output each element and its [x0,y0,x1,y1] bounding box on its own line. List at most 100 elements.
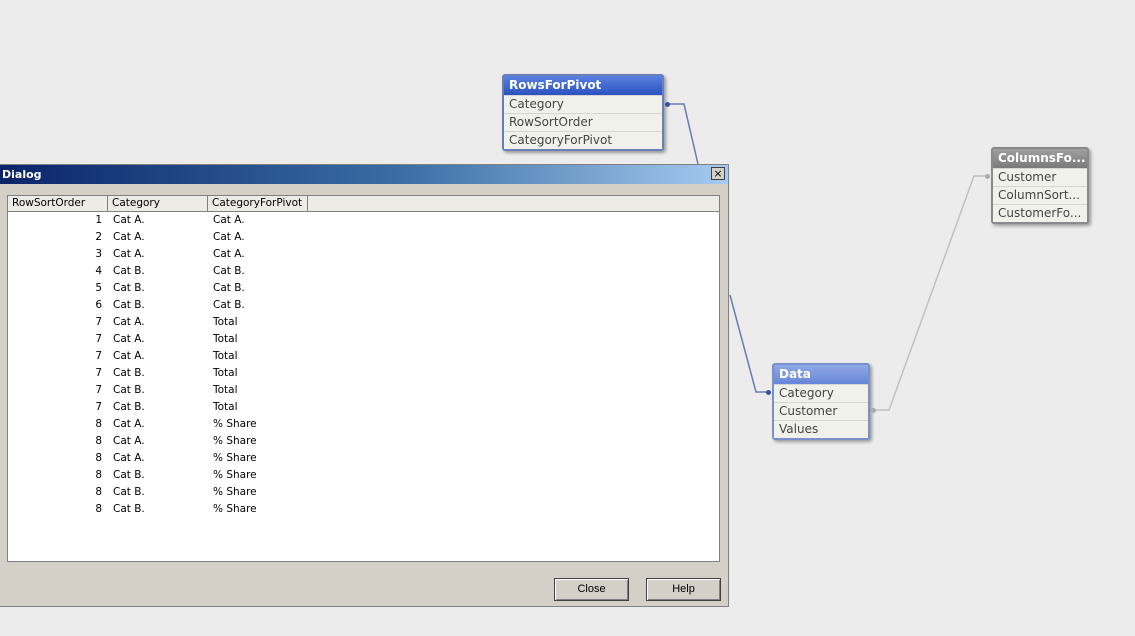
table-cell: Cat A. [213,214,245,226]
table-cell: 8 [95,486,102,498]
table-cell: Cat B. [113,401,145,413]
table-cell: % Share [213,452,257,464]
table-row[interactable]: 1 Cat A. Cat A. [8,212,719,229]
field-item[interactable]: Customer [774,402,868,420]
table-cell: Cat B. [213,265,245,277]
table-cell: Cat B. [113,282,145,294]
table-row[interactable]: 8 Cat B. % Share [8,484,719,501]
table-rowsforpivot[interactable]: RowsForPivot Category RowSortOrder Categ… [502,74,664,151]
table-cell: Cat B. [113,367,145,379]
table-cell: Cat B. [213,282,245,294]
table-cell: Total [213,350,238,362]
table-cell: Cat A. [113,248,145,260]
column-header-category[interactable]: Category [108,196,208,211]
link-dot [871,408,876,413]
table-cell: 8 [95,503,102,515]
table-cell: 8 [95,469,102,481]
table-cell: % Share [213,486,257,498]
table-cell: Cat A. [113,333,145,345]
table-cell: Cat A. [113,435,145,447]
table-cell: Cat A. [113,231,145,243]
table-cell: 6 [95,299,102,311]
table-title[interactable]: RowsForPivot [504,76,662,95]
table-cell: % Share [213,503,257,515]
table-row[interactable]: 7 Cat B. Total [8,399,719,416]
field-item[interactable]: Category [504,95,662,113]
table-cell: 8 [95,452,102,464]
link-dot [665,102,670,107]
column-header-categoryforpivot[interactable]: CategoryForPivot [208,196,308,211]
field-item[interactable]: CategoryForPivot [504,131,662,149]
table-row[interactable]: 8 Cat A. % Share [8,450,719,467]
table-cell: 7 [95,350,102,362]
table-row[interactable]: 3 Cat A. Cat A. [8,246,719,263]
table-cell: 8 [95,435,102,447]
grid-body: 1 Cat A. Cat A. 2 Cat A. Cat A. 3 Cat A. Cat A. 4… [8,212,719,518]
table-row[interactable]: 7 Cat A. Total [8,331,719,348]
table-cell: 5 [95,282,102,294]
table-data[interactable]: Data Category Customer Values [772,363,870,440]
table-cell: Cat A. [113,452,145,464]
table-row[interactable]: 8 Cat A. % Share [8,416,719,433]
table-cell: Cat B. [113,469,145,481]
table-cell: 4 [95,265,102,277]
table-cell: 8 [95,418,102,430]
table-cell: Cat A. [213,248,245,260]
table-cell: Total [213,333,238,345]
close-button[interactable]: Close [554,578,629,601]
table-cell: 7 [95,333,102,345]
table-cell: Cat A. [213,231,245,243]
field-item[interactable]: RowSortOrder [504,113,662,131]
table-cell: 2 [95,231,102,243]
link-dot [985,174,990,179]
table-row[interactable]: 8 Cat B. % Share [8,501,719,518]
table-row[interactable]: 6 Cat B. Cat B. [8,297,719,314]
table-columnsforpivot[interactable]: ColumnsFo... Customer ColumnSort... Cust… [991,147,1089,224]
table-cell: Cat B. [113,384,145,396]
table-row[interactable]: 7 Cat B. Total [8,365,719,382]
table-cell: Cat A. [113,316,145,328]
table-cell: Cat A. [113,350,145,362]
table-cell: % Share [213,435,257,447]
table-cell: Total [213,384,238,396]
close-icon[interactable]: × [711,167,725,180]
table-cell: 7 [95,316,102,328]
table-cell: Cat B. [113,486,145,498]
field-item[interactable]: CustomerFo... [993,204,1087,222]
data-grid[interactable]: RowSortOrder Category CategoryForPivot 1… [7,195,720,562]
field-item[interactable]: Customer [993,168,1087,186]
help-button[interactable]: Help [646,578,721,601]
table-row[interactable]: 8 Cat B. % Share [8,467,719,484]
column-header-rowsortorder[interactable]: RowSortOrder [8,196,108,211]
link-data-columns [874,175,988,411]
table-cell: % Share [213,469,257,481]
table-cell: % Share [213,418,257,430]
table-row[interactable]: 2 Cat A. Cat A. [8,229,719,246]
table-cell: Total [213,367,238,379]
preview-dialog: Dialog × RowSortOrder Category CategoryF… [0,164,729,607]
table-cell: 7 [95,401,102,413]
grid-header: RowSortOrder Category CategoryForPivot [8,196,719,212]
table-cell: Cat A. [113,214,145,226]
table-row[interactable]: 7 Cat A. Total [8,348,719,365]
dialog-titlebar[interactable]: Dialog × [0,165,728,184]
field-item[interactable]: ColumnSort... [993,186,1087,204]
table-cell: Total [213,316,238,328]
table-row[interactable]: 7 Cat A. Total [8,314,719,331]
field-item[interactable]: Values [774,420,868,438]
table-cell: Total [213,401,238,413]
table-row[interactable]: 5 Cat B. Cat B. [8,280,719,297]
field-item[interactable]: Category [774,384,868,402]
dialog-title: Dialog [2,168,42,181]
table-row[interactable]: 4 Cat B. Cat B. [8,263,719,280]
table-cell: 1 [95,214,102,226]
table-cell: Cat B. [113,299,145,311]
table-title[interactable]: Data [774,365,868,384]
table-cell: Cat B. [113,503,145,515]
table-cell: Cat B. [113,265,145,277]
table-cell: Cat B. [213,299,245,311]
table-row[interactable]: 8 Cat A. % Share [8,433,719,450]
table-row[interactable]: 7 Cat B. Total [8,382,719,399]
table-title[interactable]: ColumnsFo... [993,149,1087,168]
table-cell: 7 [95,367,102,379]
